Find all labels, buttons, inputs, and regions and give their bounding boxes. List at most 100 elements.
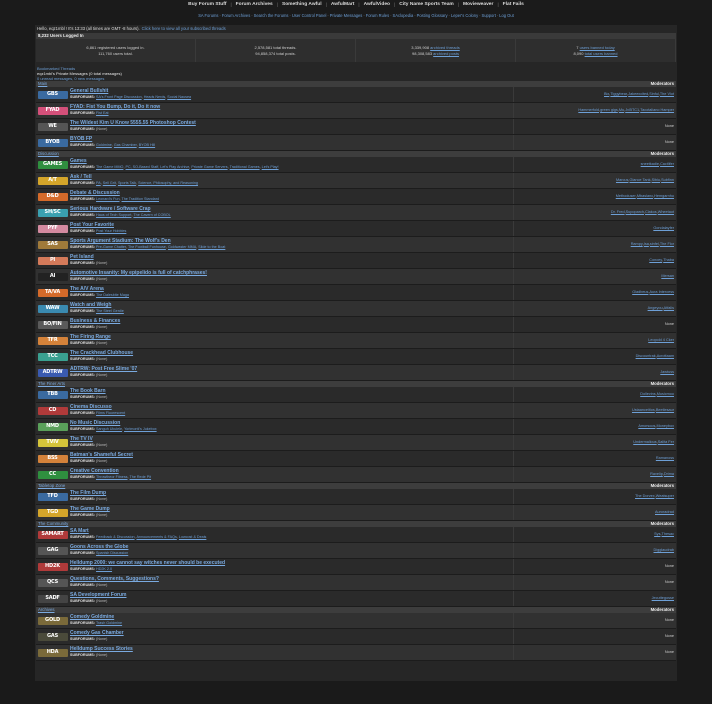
subforum-link[interactable]: Fist Eat bbox=[96, 111, 109, 115]
subforum-link[interactable]: Pre-Game Chatter bbox=[96, 245, 126, 249]
subforum-link[interactable]: Gas Chamber bbox=[114, 143, 137, 147]
forum-icon[interactable]: PYF bbox=[37, 224, 68, 233]
category-link[interactable]: The Finer Arts bbox=[38, 381, 65, 386]
subforum-link[interactable]: The Rede Pit bbox=[130, 475, 152, 479]
moderator-link[interactable]: Weatsuper bbox=[656, 494, 674, 499]
moderator-link[interactable]: Dollevins bbox=[640, 392, 655, 397]
forum-title-link[interactable]: Creative Convention bbox=[70, 469, 513, 474]
subforum-link[interactable]: SA's Front Page Discussion bbox=[96, 95, 142, 99]
moderator-link[interactable]: Tacotaliano Hamper bbox=[640, 108, 674, 113]
moderator-link[interactable]: Jawtuss bbox=[660, 370, 674, 375]
forum-title-link[interactable]: Goons Across the Globe bbox=[70, 545, 513, 550]
forum-icon[interactable]: BO/FIN bbox=[37, 320, 68, 329]
forum-icon[interactable]: TBB bbox=[37, 390, 68, 399]
subforum-link[interactable]: BYOB Hill bbox=[139, 143, 155, 147]
nav-link[interactable]: Forum Rules bbox=[366, 13, 389, 20]
nav-link[interactable]: Search the Forums bbox=[254, 13, 289, 20]
subforum-link[interactable]: The Game MMO bbox=[96, 165, 123, 169]
forum-icon[interactable]: WAW bbox=[37, 304, 68, 313]
subforum-link[interactable]: The Football Funhouse bbox=[128, 245, 166, 249]
forum-title-link[interactable]: Debate & Discussion bbox=[70, 191, 513, 196]
forum-icon[interactable]: TCC bbox=[37, 352, 68, 361]
forum-icon[interactable]: GAG bbox=[37, 546, 68, 555]
subforum-link[interactable]: Traditional Games bbox=[230, 165, 260, 169]
subforum-link[interactable]: Leonard's Fun bbox=[96, 197, 119, 201]
forum-title-link[interactable]: Comedy Gas Chamber bbox=[70, 631, 513, 636]
moderator-link[interactable]: Thaba bbox=[663, 258, 674, 263]
forum-title-link[interactable]: No Music Discussion bbox=[70, 421, 513, 426]
category-link[interactable]: The Community bbox=[38, 521, 68, 526]
forum-title-link[interactable]: The Crackhead Clubhouse bbox=[70, 351, 513, 356]
moderator-link[interactable]: Hammerfold bbox=[578, 108, 599, 113]
moderator-link[interactable]: Leopold 4 Cker bbox=[648, 338, 674, 343]
forum-icon[interactable]: SAS bbox=[37, 240, 68, 249]
forum-title-link[interactable]: The Game Dump bbox=[70, 507, 513, 512]
moderator-link[interactable]: Marcus bbox=[616, 178, 628, 183]
subforum-link[interactable]: Slide to the Boat bbox=[198, 245, 225, 249]
forum-icon[interactable]: D&D bbox=[37, 192, 68, 201]
top-link[interactable]: Buy Forum Stuff bbox=[186, 2, 228, 8]
forum-title-link[interactable]: Helldump Success Stories bbox=[70, 647, 513, 652]
forum-icon[interactable]: GOLD bbox=[37, 616, 68, 625]
moderator-link[interactable]: Methoduser bbox=[616, 194, 636, 199]
forum-title-link[interactable]: Batman's Shameful Secret bbox=[70, 453, 513, 458]
moderator-link[interactable]: Subfinn bbox=[661, 178, 674, 183]
moderator-link[interactable]: Discountrak bbox=[636, 354, 656, 359]
top-link[interactable]: AwfulMart bbox=[329, 2, 357, 8]
forum-icon[interactable]: QCS bbox=[37, 578, 68, 587]
moderator-link[interactable]: Mersan bbox=[661, 274, 674, 279]
forum-title-link[interactable]: Sports Argument Stadium: The Wolf's Den bbox=[70, 239, 513, 244]
top-link[interactable]: Something Awful bbox=[280, 2, 324, 8]
forum-title-link[interactable]: SA Development Forum bbox=[70, 593, 513, 598]
subforum-link[interactable]: Goldwaster MMA bbox=[168, 245, 196, 249]
bookmarks-link[interactable]: Bookmarked Threads bbox=[37, 66, 75, 71]
subforum-link[interactable]: The Steel Gerdie bbox=[96, 309, 124, 313]
subforum-link[interactable]: Post Your Hobbies bbox=[96, 229, 126, 233]
moderator-link[interactable]: Isa bbox=[644, 242, 649, 247]
moderator-link[interactable]: The Flor bbox=[660, 242, 674, 247]
subforum-link[interactable]: Private Game Servers bbox=[191, 165, 227, 169]
subforum-link[interactable]: Sell Grit bbox=[103, 181, 116, 185]
moderator-link[interactable]: Ramanoss bbox=[656, 456, 674, 461]
moderator-link[interactable]: Clakos bbox=[645, 210, 657, 215]
forum-icon[interactable]: AI bbox=[37, 272, 68, 281]
subforum-link[interactable]: Haus of Tech Support bbox=[96, 213, 131, 217]
forum-title-link[interactable]: Serious Hardware / Software Crap bbox=[70, 207, 513, 212]
subforum-link[interactable]: Throwtheor Fitness bbox=[96, 475, 128, 479]
forum-icon[interactable]: TGD bbox=[37, 508, 68, 517]
nav-link[interactable]: Forum Archives bbox=[222, 13, 250, 20]
forum-title-link[interactable]: Helldump 2000: we cannot say witches nev… bbox=[70, 561, 513, 566]
forum-icon[interactable]: GAS bbox=[37, 632, 68, 641]
moderator-link[interactable]: Bix bbox=[604, 92, 609, 97]
moderator-link[interactable]: Thesac bbox=[662, 532, 674, 537]
subforum-link[interactable]: The Cavern of COBOL bbox=[133, 213, 170, 217]
moderator-link[interactable]: Musicmoo bbox=[657, 392, 674, 397]
moderator-link[interactable]: Gladbeus bbox=[632, 290, 648, 295]
moderator-link[interactable]: Jecuttegosse bbox=[652, 596, 674, 601]
subforum-link[interactable]: PA bbox=[96, 181, 101, 185]
stat-link[interactable]: total users banned bbox=[585, 51, 618, 56]
moderator-link[interactable]: Mu bbox=[619, 108, 624, 113]
subforum-link[interactable]: The Dalesbite Maga bbox=[96, 293, 129, 297]
forum-title-link[interactable]: General Bullshit bbox=[70, 89, 513, 94]
forum-icon[interactable]: GAMES bbox=[37, 160, 68, 169]
moderator-link[interactable]: Angeyou bbox=[648, 306, 663, 311]
subforum-link[interactable]: Trash Goldmine bbox=[96, 621, 122, 625]
subforum-link[interactable]: Let's Play! bbox=[262, 165, 279, 169]
forum-title-link[interactable]: Questions, Comments, Suggestions? bbox=[70, 577, 513, 582]
forum-title-link[interactable]: Games bbox=[70, 159, 513, 164]
category-link[interactable]: Archives bbox=[38, 607, 54, 612]
category-link[interactable]: Tabletop Zone bbox=[38, 483, 65, 488]
forum-title-link[interactable]: The Film Dump bbox=[70, 491, 513, 496]
forum-icon[interactable]: HD2K bbox=[37, 562, 68, 571]
moderator-link[interactable]: Moneybox bbox=[656, 424, 674, 429]
forum-title-link[interactable]: Automotive Insanity: My epipelido is ful… bbox=[70, 271, 513, 276]
forum-icon[interactable]: BSS bbox=[37, 454, 68, 463]
forum-icon[interactable]: SAMART bbox=[37, 530, 68, 539]
nav-link[interactable]: Support bbox=[482, 13, 496, 20]
forum-title-link[interactable]: Cinema Discusso bbox=[70, 405, 513, 410]
subforum-link[interactable]: Lowcost & Deals bbox=[179, 535, 206, 539]
subforum-link[interactable]: Spanish Discussion bbox=[96, 551, 128, 555]
stat-link[interactable]: archived threads bbox=[430, 45, 460, 50]
forum-title-link[interactable]: The Wildest Kim U Know 5555.55 Photoshop… bbox=[70, 121, 513, 126]
